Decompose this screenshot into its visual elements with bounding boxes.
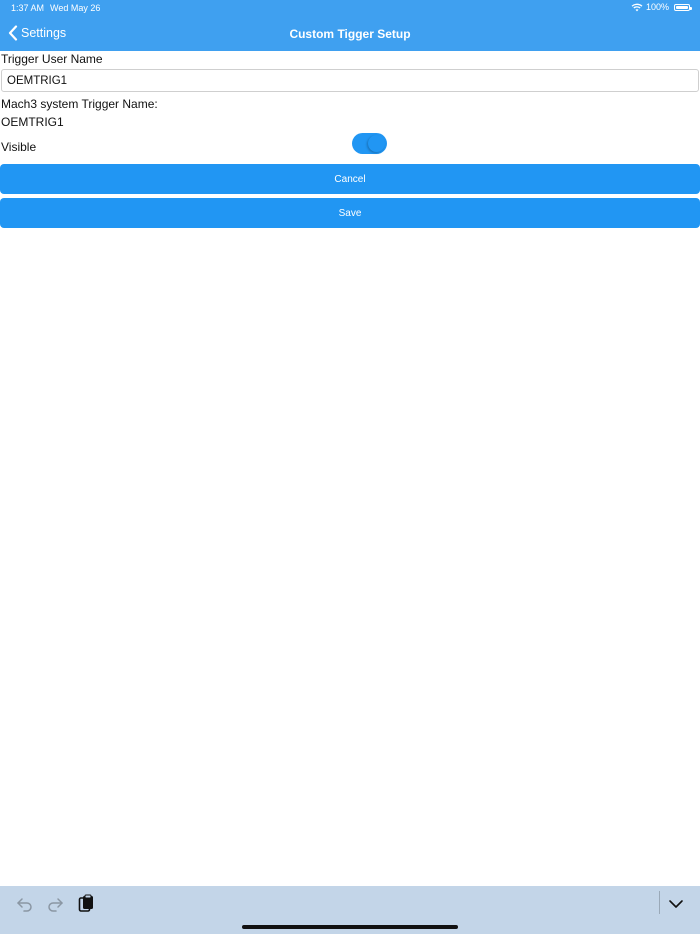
redo-icon[interactable] [45, 894, 65, 914]
keyboard-accessory-toolbar [0, 886, 700, 934]
wifi-icon [631, 3, 643, 11]
toolbar-divider [659, 891, 660, 914]
toggle-knob [368, 135, 385, 152]
undo-icon[interactable] [15, 894, 35, 914]
save-button[interactable]: Save [0, 198, 700, 228]
system-trigger-name-value: OEMTRIG1 [1, 115, 64, 129]
status-date: Wed May 26 [50, 3, 101, 13]
battery-percent: 100% [645, 2, 669, 12]
trigger-user-name-input[interactable] [1, 69, 699, 92]
navigation-header: 1:37 AM Wed May 26 100% Settings Custom … [0, 0, 700, 51]
page-title: Custom Tigger Setup [289, 27, 411, 41]
paste-icon[interactable] [76, 894, 96, 914]
status-indicators: 100% [631, 2, 692, 12]
visible-label: Visible [1, 140, 37, 154]
keyboard-dismiss-icon[interactable] [666, 894, 686, 914]
battery-icon [674, 3, 692, 11]
system-trigger-name-label: Mach3 system Trigger Name: [1, 97, 158, 111]
cancel-button[interactable]: Cancel [0, 164, 700, 194]
visible-toggle[interactable] [352, 133, 387, 154]
trigger-user-name-label: Trigger User Name [1, 52, 103, 66]
home-indicator [242, 925, 458, 929]
status-time: 1:37 AM [11, 3, 45, 13]
